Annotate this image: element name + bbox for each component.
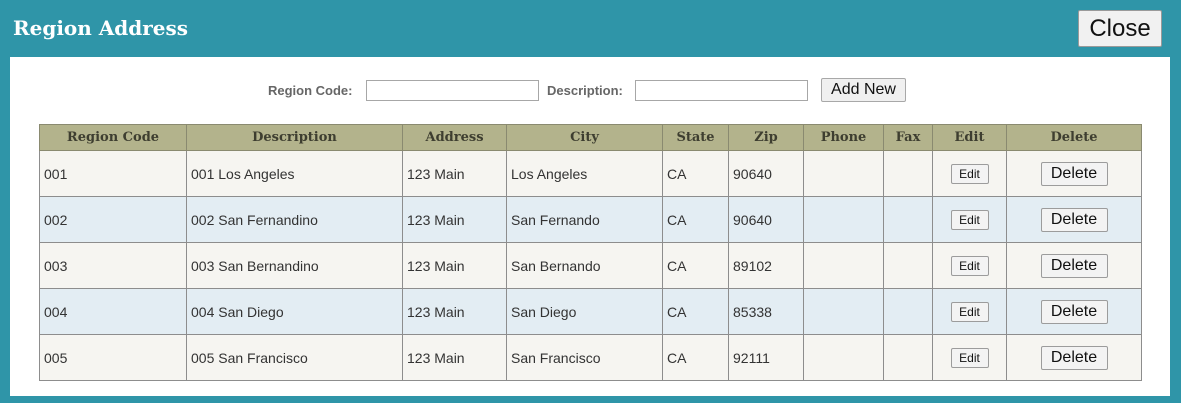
dialog-content: Region Code: Description: Add New Region… bbox=[10, 57, 1170, 396]
table-row: 002 002 San Fernandino 123 Main San Fern… bbox=[39, 196, 1142, 243]
table-row: 004 004 San Diego 123 Main San Diego CA … bbox=[39, 288, 1142, 335]
column-header-delete: Delete bbox=[1006, 124, 1142, 151]
city-cell: Los Angeles bbox=[506, 150, 663, 197]
zip-cell: 92111 bbox=[728, 334, 804, 381]
delete-cell: Delete bbox=[1006, 150, 1142, 197]
region-code-cell: 005 bbox=[39, 334, 187, 381]
description-cell: 002 San Fernandino bbox=[186, 196, 403, 243]
address-cell: 123 Main bbox=[402, 196, 507, 243]
filter-bar: Region Code: Description: Add New bbox=[10, 78, 1170, 104]
edit-button[interactable]: Edit bbox=[950, 347, 989, 368]
delete-cell: Delete bbox=[1006, 334, 1142, 381]
edit-cell: Edit bbox=[932, 196, 1007, 243]
address-cell: 123 Main bbox=[402, 288, 507, 335]
dialog-titlebar: Region Address Close bbox=[0, 0, 1181, 58]
column-header-region-code: Region Code bbox=[39, 124, 187, 151]
description-cell: 001 Los Angeles bbox=[186, 150, 403, 197]
phone-cell bbox=[803, 288, 884, 335]
zip-cell: 89102 bbox=[728, 242, 804, 289]
dialog-title: Region Address bbox=[13, 16, 189, 40]
phone-cell bbox=[803, 150, 884, 197]
address-cell: 123 Main bbox=[402, 334, 507, 381]
city-cell: San Diego bbox=[506, 288, 663, 335]
fax-cell bbox=[883, 150, 933, 197]
delete-cell: Delete bbox=[1006, 196, 1142, 243]
column-header-fax: Fax bbox=[883, 124, 933, 151]
address-cell: 123 Main bbox=[402, 150, 507, 197]
edit-cell: Edit bbox=[932, 334, 1007, 381]
phone-cell bbox=[803, 334, 884, 381]
edit-cell: Edit bbox=[932, 288, 1007, 335]
region-address-table: Region Code Description Address City Sta… bbox=[39, 124, 1142, 381]
address-cell: 123 Main bbox=[402, 242, 507, 289]
phone-cell bbox=[803, 242, 884, 289]
city-cell: San Francisco bbox=[506, 334, 663, 381]
edit-button[interactable]: Edit bbox=[950, 301, 989, 322]
city-cell: San Fernando bbox=[506, 196, 663, 243]
description-cell: 003 San Bernandino bbox=[186, 242, 403, 289]
fax-cell bbox=[883, 334, 933, 381]
edit-cell: Edit bbox=[932, 150, 1007, 197]
delete-button[interactable]: Delete bbox=[1040, 161, 1108, 186]
region-code-cell: 001 bbox=[39, 150, 187, 197]
description-cell: 005 San Francisco bbox=[186, 334, 403, 381]
delete-button[interactable]: Delete bbox=[1040, 253, 1108, 278]
column-header-edit: Edit bbox=[932, 124, 1007, 151]
zip-cell: 90640 bbox=[728, 150, 804, 197]
state-cell: CA bbox=[662, 196, 729, 243]
phone-cell bbox=[803, 196, 884, 243]
state-cell: CA bbox=[662, 150, 729, 197]
city-cell: San Bernando bbox=[506, 242, 663, 289]
column-header-city: City bbox=[506, 124, 663, 151]
region-code-label: Region Code: bbox=[268, 83, 353, 98]
column-header-address: Address bbox=[402, 124, 507, 151]
state-cell: CA bbox=[662, 288, 729, 335]
delete-button[interactable]: Delete bbox=[1040, 299, 1108, 324]
table-row: 005 005 San Francisco 123 Main San Franc… bbox=[39, 334, 1142, 381]
region-code-input[interactable] bbox=[366, 80, 539, 101]
close-button[interactable]: Close bbox=[1078, 10, 1162, 47]
add-new-button[interactable]: Add New bbox=[821, 78, 906, 102]
delete-button[interactable]: Delete bbox=[1040, 345, 1108, 370]
column-header-description: Description bbox=[186, 124, 403, 151]
column-header-state: State bbox=[662, 124, 729, 151]
region-code-cell: 004 bbox=[39, 288, 187, 335]
description-input[interactable] bbox=[635, 80, 808, 101]
fax-cell bbox=[883, 196, 933, 243]
region-code-cell: 002 bbox=[39, 196, 187, 243]
table-row: 001 001 Los Angeles 123 Main Los Angeles… bbox=[39, 150, 1142, 197]
edit-button[interactable]: Edit bbox=[950, 255, 989, 276]
table-row: 003 003 San Bernandino 123 Main San Bern… bbox=[39, 242, 1142, 289]
region-code-cell: 003 bbox=[39, 242, 187, 289]
zip-cell: 90640 bbox=[728, 196, 804, 243]
edit-button[interactable]: Edit bbox=[950, 163, 989, 184]
fax-cell bbox=[883, 288, 933, 335]
state-cell: CA bbox=[662, 242, 729, 289]
column-header-phone: Phone bbox=[803, 124, 884, 151]
table-header-row: Region Code Description Address City Sta… bbox=[39, 124, 1142, 151]
state-cell: CA bbox=[662, 334, 729, 381]
column-header-zip: Zip bbox=[728, 124, 804, 151]
delete-cell: Delete bbox=[1006, 242, 1142, 289]
edit-cell: Edit bbox=[932, 242, 1007, 289]
description-label: Description: bbox=[547, 83, 623, 98]
description-cell: 004 San Diego bbox=[186, 288, 403, 335]
delete-cell: Delete bbox=[1006, 288, 1142, 335]
delete-button[interactable]: Delete bbox=[1040, 207, 1108, 232]
edit-button[interactable]: Edit bbox=[950, 209, 989, 230]
fax-cell bbox=[883, 242, 933, 289]
zip-cell: 85338 bbox=[728, 288, 804, 335]
